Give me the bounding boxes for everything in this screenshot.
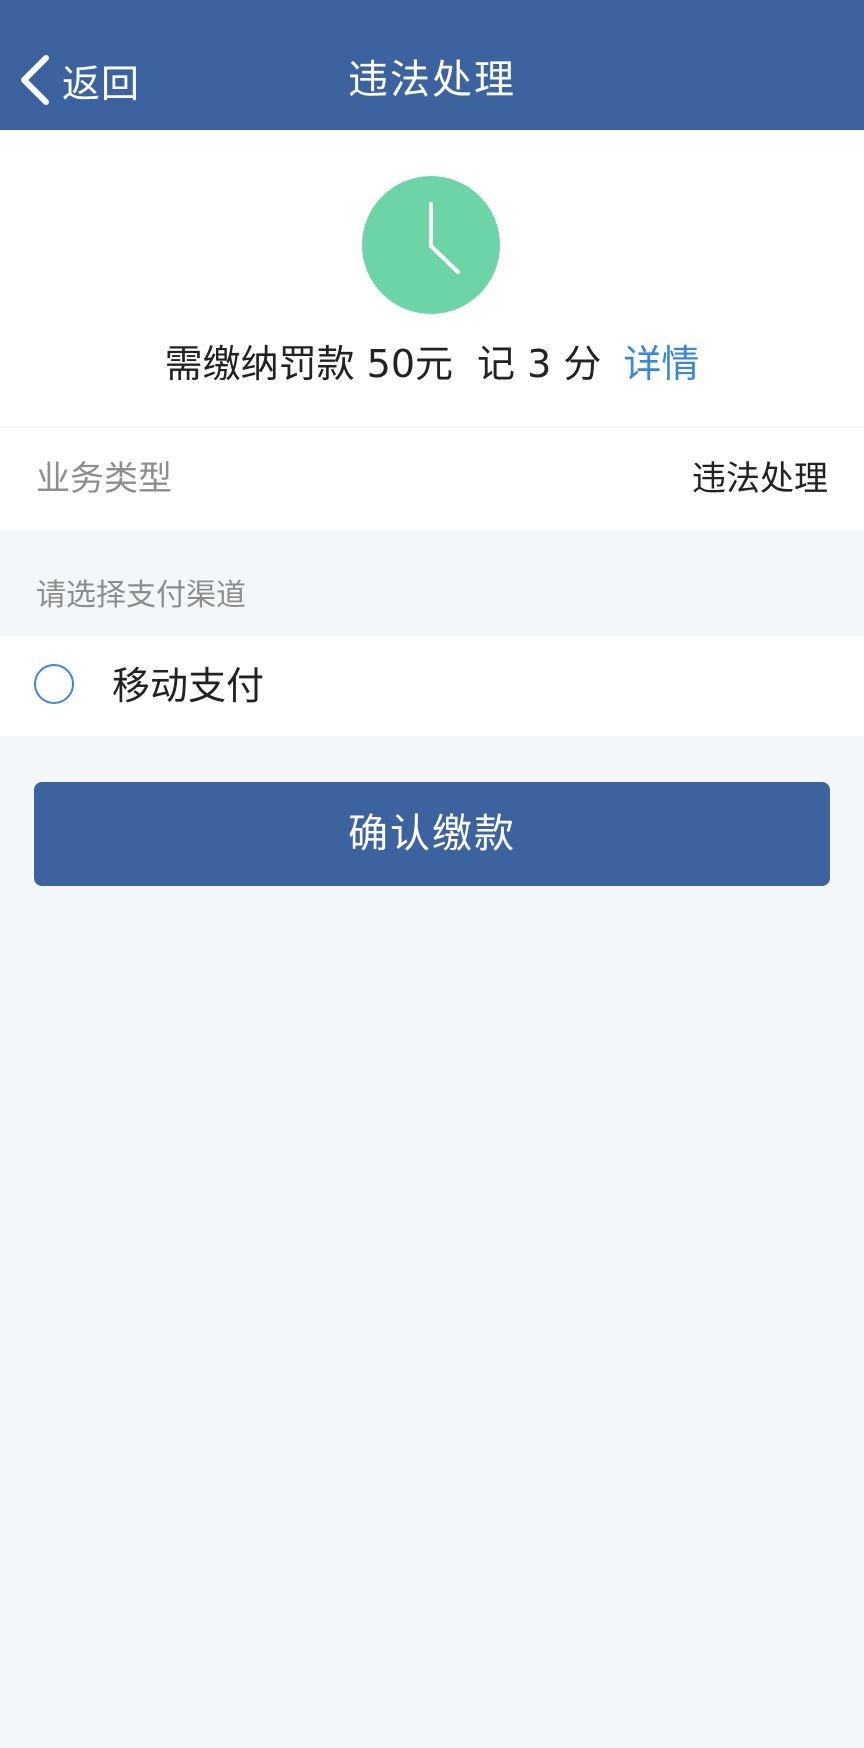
business-type-label: 业务类型 — [36, 459, 172, 499]
radio-button[interactable] — [34, 664, 74, 704]
navigation-bar: 返回 违法处理 — [0, 0, 864, 130]
business-type-row: 业务类型 违法处理 — [0, 428, 864, 530]
fine-summary-card: 需缴纳罚款 50元记 3 分详情 — [0, 130, 864, 426]
fine-info-line: 需缴纳罚款 50元记 3 分详情 — [0, 338, 864, 390]
payment-option-mobile[interactable]: 移动支付 — [0, 636, 864, 736]
confirm-payment-button[interactable]: 确认缴款 — [34, 782, 830, 886]
payment-option-label: 移动支付 — [112, 664, 265, 708]
fine-amount-text: 需缴纳罚款 50元 — [164, 342, 454, 386]
details-link[interactable]: 详情 — [623, 338, 699, 390]
payment-section-title: 请选择支付渠道 — [36, 578, 246, 613]
clock-icon — [362, 176, 500, 314]
penalty-points-text: 记 3 分 — [477, 342, 602, 386]
page-title: 违法处理 — [348, 57, 516, 103]
business-type-value: 违法处理 — [692, 459, 828, 499]
